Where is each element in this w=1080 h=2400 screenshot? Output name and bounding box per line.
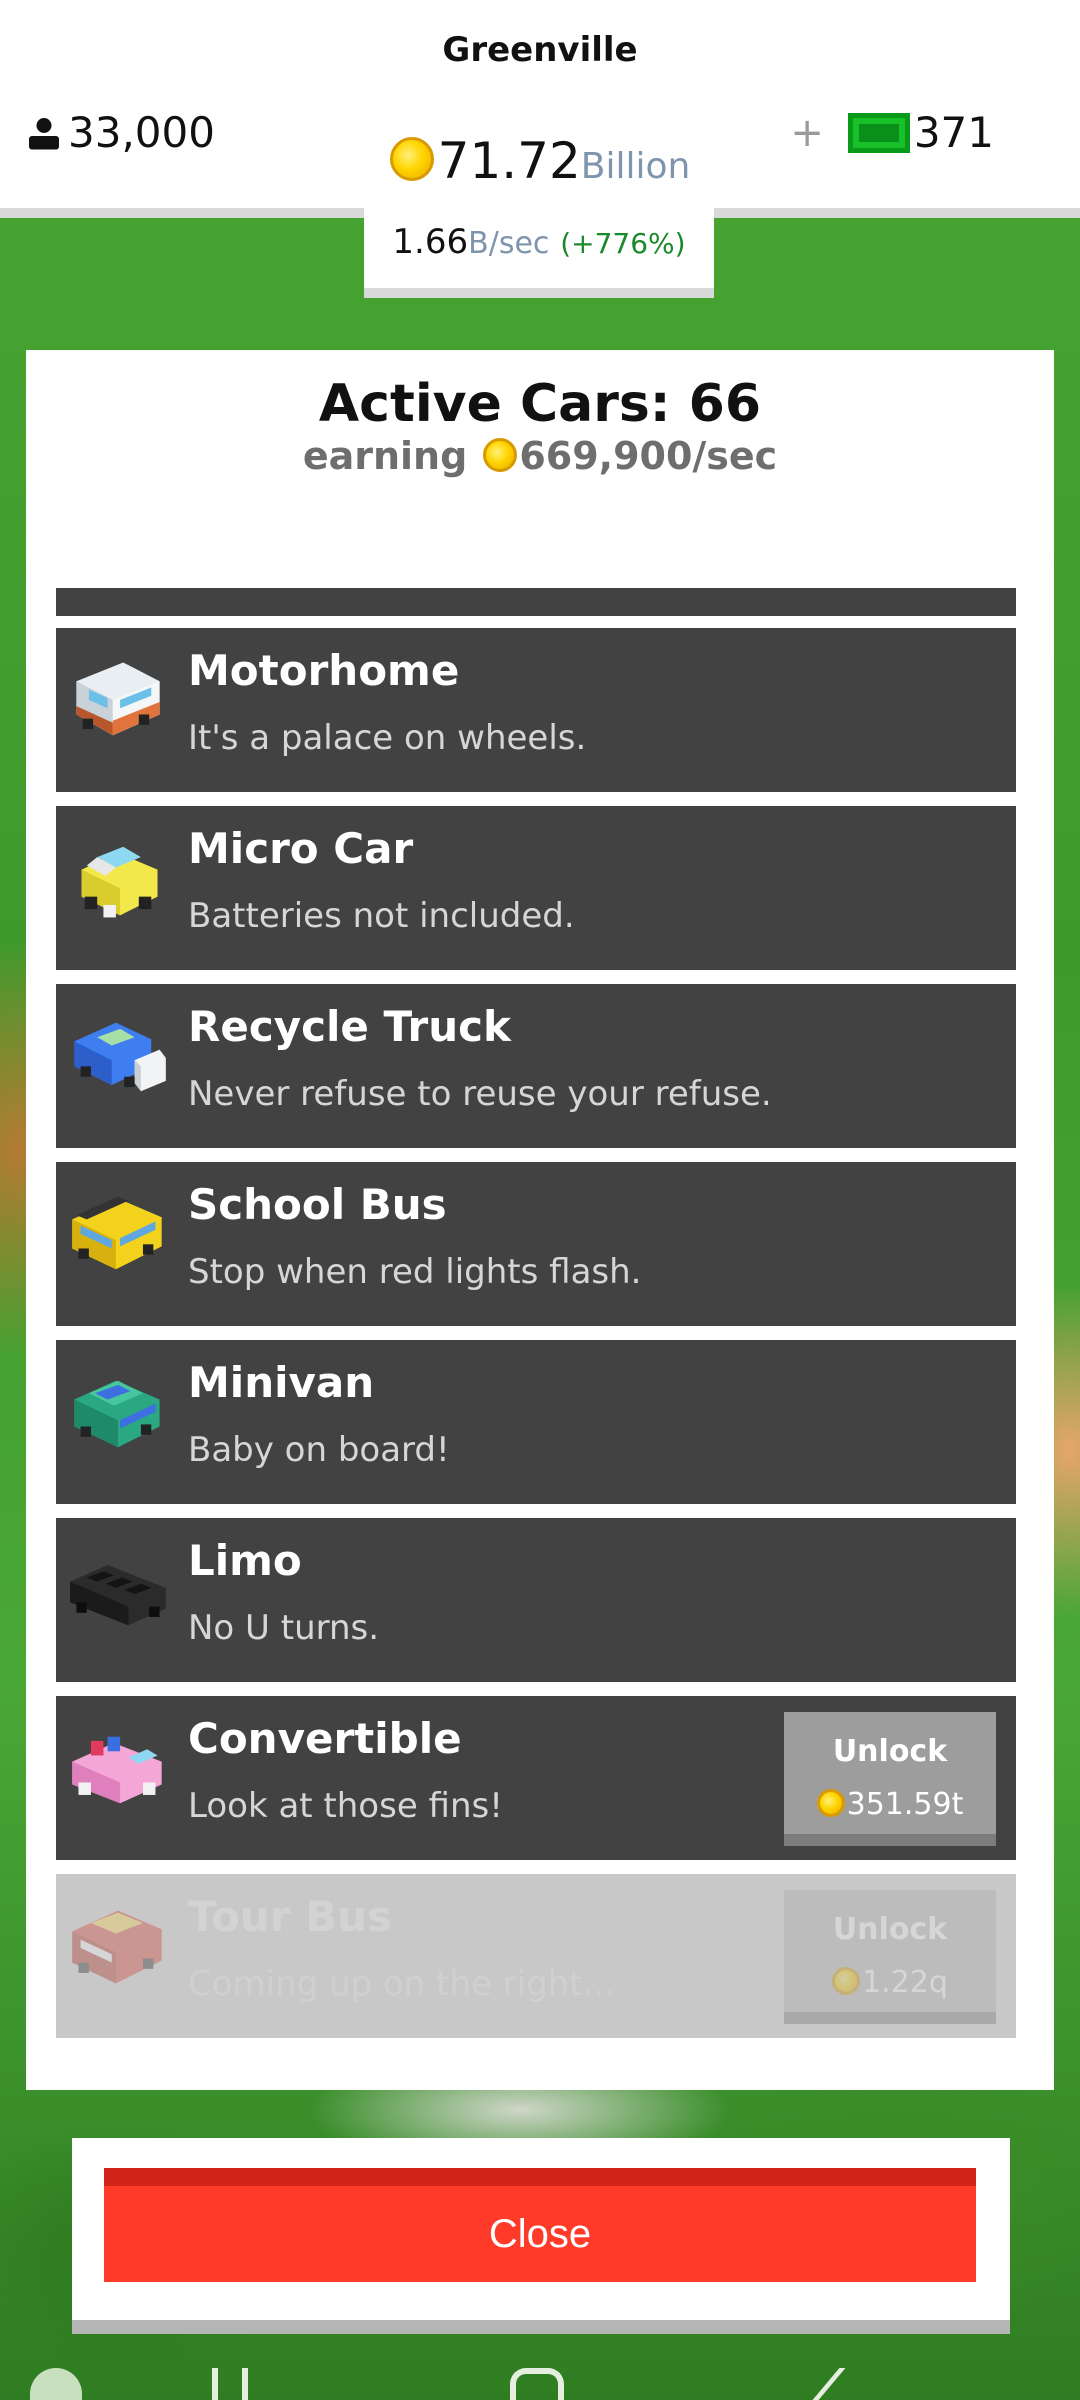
unlock-price: 1.22q [784,1965,996,2000]
car-description: Batteries not included. [188,896,575,936]
coin-icon [483,437,518,472]
unlock-button[interactable]: Unlock 1.22q [784,1890,996,2024]
panel-title: Active Cars: 66 [318,374,762,434]
micro-car-icon [81,846,158,918]
earning-value: 669,900/sec [519,434,778,478]
rate-change: (+776%) [560,227,686,260]
car-description: It's a palace on wheels. [188,718,587,758]
price-value: 351.59t [846,1787,964,1822]
car-row-convertible[interactable]: Convertible Look at those fins! Unlock 3… [56,1696,1016,1860]
active-cars-panel: Active Cars: 66 earning 669,900/sec Motor… [26,350,1054,2090]
income-rate-tab: 1.66B/sec (+776%) [364,200,714,298]
tour-bus-icon [72,1910,162,1984]
plus-icon[interactable]: + [790,110,824,156]
motorhome-icon [76,662,160,736]
car-name: Motorhome [188,646,460,695]
car-row-school-bus[interactable]: School Bus Stop when red lights flash. [56,1162,1016,1326]
coin-icon [816,1788,845,1817]
close-container: Close [72,2138,1010,2334]
convertible-icon [72,1736,162,1804]
top-hud: Greenville 33,000 71.72Billion + 371 [0,0,1080,218]
car-name: Micro Car [188,824,414,873]
home-icon[interactable] [510,2368,564,2400]
car-description: Never refuse to reuse your refuse. [188,1074,772,1114]
back-icon[interactable] [812,2368,870,2400]
car-name: Convertible [188,1714,462,1763]
earning-line: earning 669,900/sec [26,434,1054,478]
car-name: Recycle Truck [188,1002,511,1051]
limo-icon [70,1564,166,1626]
recycle-truck-icon [74,1022,166,1092]
car-list[interactable]: Motorhome It's a palace on wheels. Micro… [56,588,1016,2088]
coin-icon [832,1966,861,1995]
car-row-motorhome[interactable]: Motorhome It's a palace on wheels. [56,628,1016,792]
car-row-limo[interactable]: Limo No U turns. [56,1518,1016,1682]
list-item-partial [56,588,1016,616]
coin-icon [389,136,434,181]
cash-value: 71.72 [437,132,581,190]
car-description: Stop when red lights flash. [188,1252,642,1292]
price-value: 1.22q [862,1965,948,2000]
car-description: Coming up on the right... [188,1964,616,2004]
car-row-micro-car[interactable]: Micro Car Batteries not included. [56,806,1016,970]
system-nav-bar [0,2368,1080,2400]
recents-icon[interactable] [212,2368,248,2400]
car-row-recycle-truck[interactable]: Recycle Truck Never refuse to reuse your… [56,984,1016,1148]
accessibility-icon[interactable] [30,2368,82,2400]
earning-label: earning [302,434,468,478]
car-description: No U turns. [188,1608,380,1648]
bucks-value: 371 [913,108,994,157]
car-description: Baby on board! [188,1430,450,1470]
rate-value: 1.66 [392,222,469,262]
unlock-button[interactable]: Unlock 351.59t [784,1712,996,1846]
bucks-display[interactable]: + 371 [790,108,994,157]
school-bus-icon [72,1196,162,1270]
close-button[interactable]: Close [104,2168,976,2282]
car-name: School Bus [188,1180,447,1229]
car-row-minivan[interactable]: Minivan Baby on board! [56,1340,1016,1504]
cash-unit: Billion [580,146,691,187]
cash-bill-icon [847,112,910,153]
unlock-label: Unlock [832,1734,948,1769]
rate-unit: B/sec [468,226,550,261]
car-name: Minivan [188,1358,375,1407]
car-name: Limo [188,1536,302,1585]
car-row-tour-bus[interactable]: Tour Bus Coming up on the right... Unloc… [56,1874,1016,2038]
car-description: Look at those fins! [188,1786,503,1826]
minivan-icon [74,1380,160,1448]
city-name: Greenville [442,30,638,70]
car-name: Tour Bus [188,1892,393,1941]
unlock-price: 351.59t [784,1787,996,1822]
unlock-label: Unlock [832,1912,948,1947]
